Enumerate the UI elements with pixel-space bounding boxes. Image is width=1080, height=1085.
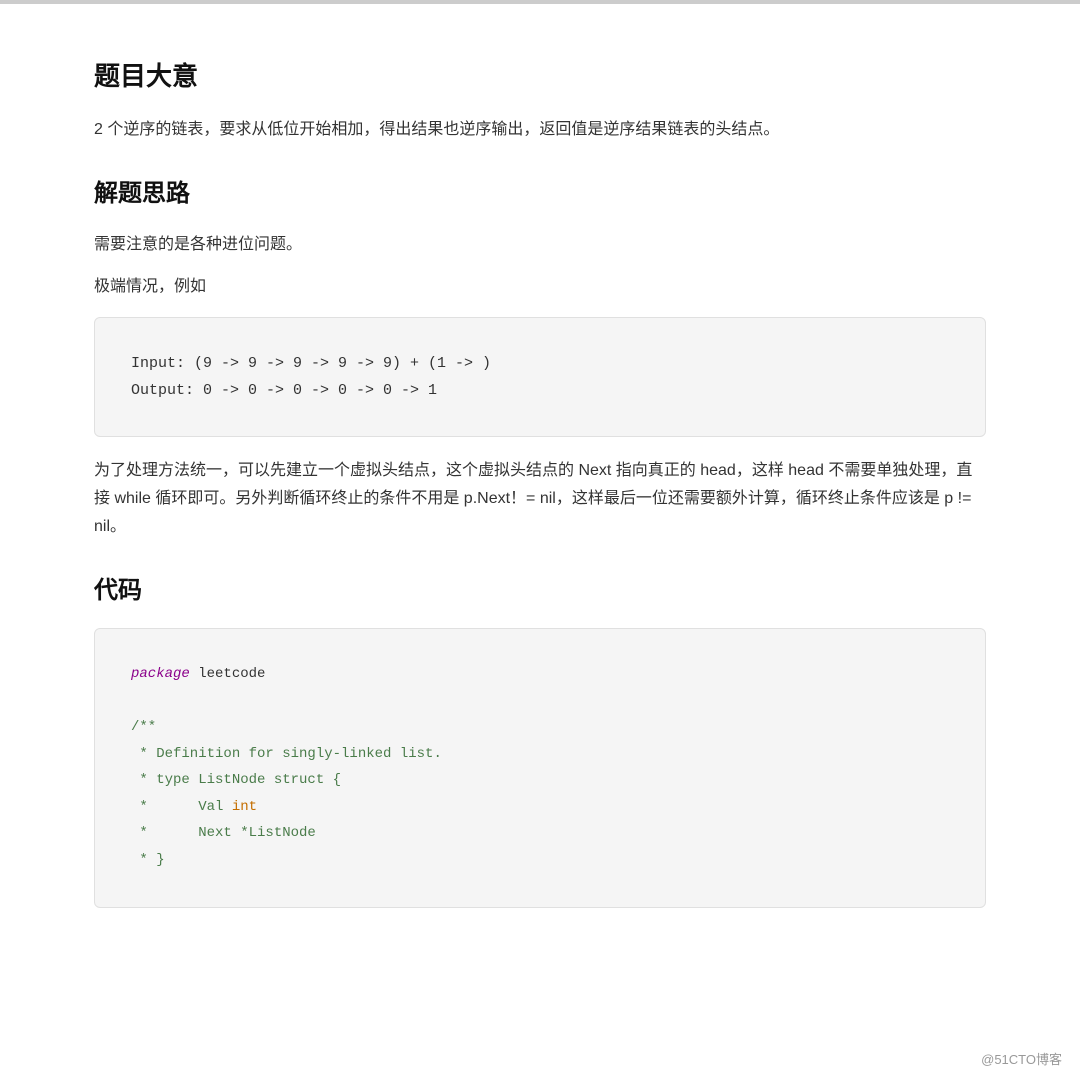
- comment-next-field: * Next *ListNode: [131, 825, 316, 841]
- example-code-block: Input: (9 -> 9 -> 9 -> 9 -> 9) + (1 -> )…: [94, 317, 986, 437]
- comment-jsdoc-open: /**: [131, 719, 156, 735]
- comment-type-struct: * type ListNode struct {: [131, 772, 341, 788]
- comment-struct-close: * }: [131, 852, 165, 868]
- desc-carry: 需要注意的是各种进位问题。: [94, 231, 986, 259]
- code-block-main: package leetcode /** * Definition for si…: [94, 628, 986, 908]
- desc-approach-detail: 为了处理方法统一，可以先建立一个虚拟头结点，这个虚拟头结点的 Next 指向真正…: [94, 457, 986, 541]
- title-code: 代码: [94, 571, 986, 612]
- desc-summary: 2 个逆序的链表，要求从低位开始相加，得出结果也逆序输出，返回值是逆序结果链表的…: [94, 116, 986, 144]
- comment-definition: * Definition for singly-linked list.: [131, 746, 442, 762]
- title-summary: 题目大意: [94, 54, 986, 98]
- comment-val-field: * Val int: [131, 799, 257, 815]
- example-code-content: Input: (9 -> 9 -> 9 -> 9 -> 9) + (1 -> )…: [131, 350, 949, 404]
- desc-edge-case-intro: 极端情况，例如: [94, 273, 986, 301]
- main-container: 题目大意 2 个逆序的链表，要求从低位开始相加，得出结果也逆序输出，返回值是逆序…: [40, 4, 1040, 968]
- watermark: @51CTO博客: [981, 1049, 1062, 1071]
- code-content-main: package leetcode /** * Definition for si…: [131, 661, 949, 874]
- keyword-package: package: [131, 666, 190, 682]
- title-approach: 解题思路: [94, 174, 986, 215]
